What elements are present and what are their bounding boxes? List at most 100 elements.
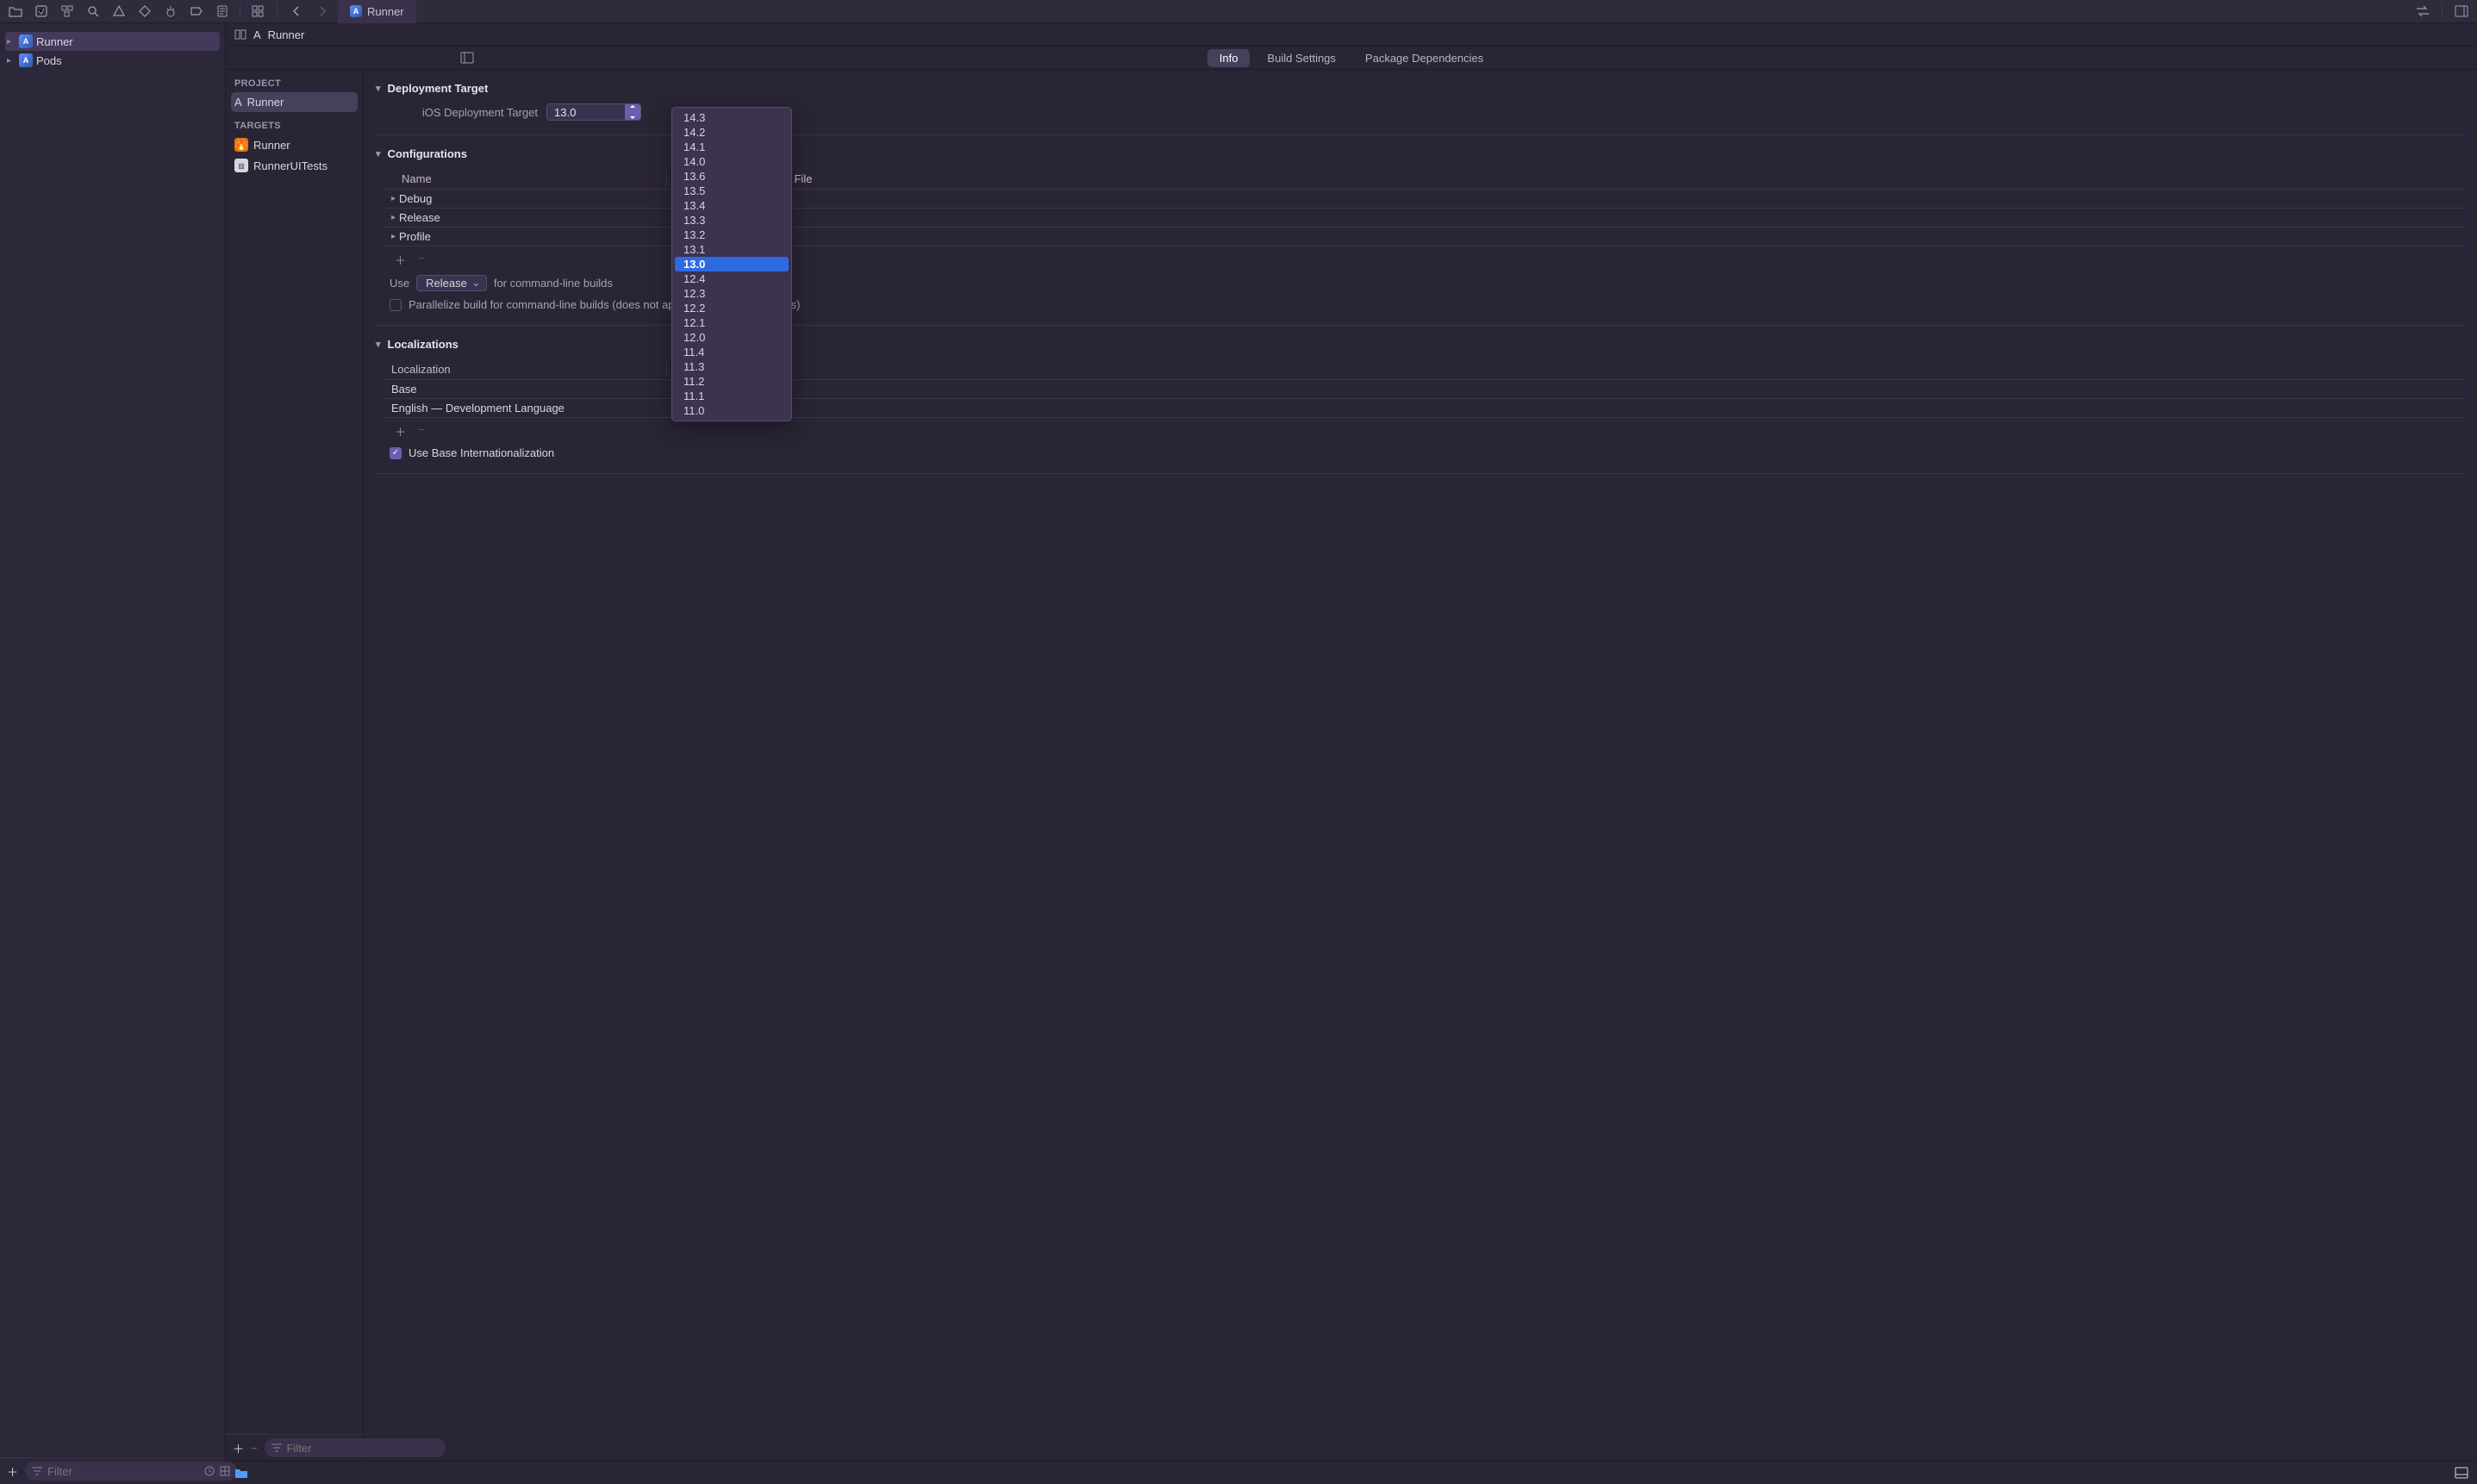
dropdown-option[interactable]: 12.3 [675,286,789,301]
add-icon[interactable]: ＋ [395,423,406,440]
disclosure-icon[interactable]: ▾ [376,148,381,159]
deployment-target-combo[interactable]: 13.0 [546,103,641,121]
dropdown-option[interactable]: 14.0 [675,154,789,169]
dropdown-option[interactable]: 14.2 [675,125,789,140]
dropdown-option[interactable]: 11.4 [675,345,789,359]
symbols-icon[interactable] [59,3,76,20]
breakpoints-icon[interactable] [188,3,205,20]
deployment-target-dropdown[interactable]: 14.314.214.114.013.613.513.413.313.213.1… [671,107,792,421]
reports-icon[interactable] [214,3,231,20]
navigator-item-pods[interactable]: ▸ A Pods [0,51,225,70]
left-panel-icon[interactable] [460,52,474,64]
section-title: Deployment Target [388,82,489,95]
layout-icon[interactable] [2453,3,2470,20]
remove-icon[interactable]: − [418,423,425,440]
navigator-bottom-bar: ＋ [0,1457,225,1484]
dropdown-option[interactable]: 12.2 [675,301,789,315]
outline-item-label: Runner [247,96,284,109]
dropdown-option[interactable]: 14.3 [675,110,789,125]
disclosure-icon[interactable]: ▸ [7,37,16,47]
disclosure-icon[interactable]: ▸ [391,213,396,222]
debug-icon[interactable] [162,3,179,20]
dropdown-option[interactable]: 11.1 [675,389,789,403]
dropdown-option[interactable]: 12.1 [675,315,789,330]
filter-icon [271,1443,282,1452]
disclosure-icon[interactable]: ▸ [391,194,396,203]
add-icon[interactable]: ＋ [7,1463,18,1480]
window-toolbar: A Runner [0,0,2477,23]
use-base-label: Use Base Internationalization [409,446,554,459]
editor-tab[interactable]: A Runner [338,0,416,23]
add-icon[interactable]: ＋ [233,1440,244,1456]
add-icon[interactable]: ＋ [395,252,406,268]
dropdown-option[interactable]: 14.1 [675,140,789,154]
grid-icon[interactable] [249,3,266,20]
toolbar-separator [2442,4,2443,18]
dropdown-option[interactable]: 13.1 [675,242,789,257]
combo-value: 13.0 [547,106,625,119]
uitest-target-icon: ▧ [234,159,248,172]
jump-crumb[interactable]: Runner [268,28,305,41]
tab-package-dependencies[interactable]: Package Dependencies [1353,49,1495,67]
dropdown-option[interactable]: 11.2 [675,374,789,389]
forward-icon[interactable] [314,3,331,20]
tests-icon[interactable] [136,3,153,20]
navigator-item-runner[interactable]: ▸ A Runner [5,32,220,51]
remove-icon[interactable]: − [251,1442,258,1455]
dropdown-option[interactable]: 12.4 [675,271,789,286]
app-target-icon: 🔥 [234,138,248,152]
project-navigator: ▸ A Runner ▸ A Pods ＋ [0,23,226,1484]
dropdown-option[interactable]: 11.0 [675,403,789,418]
outline-item-label: Runner [253,139,290,152]
related-items-icon[interactable] [234,29,246,40]
dropdown-option[interactable]: 13.5 [675,184,789,198]
use-base-checkbox[interactable]: ✓ [390,447,402,459]
disclosure-icon[interactable]: ▸ [391,232,396,241]
editor-main: ▾ Deployment Target iOS Deployment Targe… [364,70,2477,1461]
outline-project-runner[interactable]: A Runner [231,92,358,112]
disclosure-icon[interactable]: ▸ [7,56,16,65]
tab-build-settings[interactable]: Build Settings [1255,49,1348,67]
editor-tab-title: Runner [367,5,404,18]
localization-resources: 0 Files Localized [667,402,2465,415]
recent-icon[interactable] [204,1466,215,1476]
swap-icon[interactable] [2414,3,2431,20]
remove-icon[interactable]: − [418,252,425,268]
navigator-item-label: Runner [36,35,73,48]
dropdown-option[interactable]: 11.3 [675,359,789,374]
use-config-select[interactable]: Release [416,275,487,291]
outline-section-targets: TARGETS [226,112,363,134]
dropdown-option[interactable]: 13.6 [675,169,789,184]
finder-icon[interactable] [234,1467,248,1479]
navigator-filter-input[interactable] [47,1465,199,1478]
dropdown-option[interactable]: 12.0 [675,330,789,345]
issues-icon[interactable] [110,3,128,20]
outline-target-runneruitests[interactable]: ▧ RunnerUITests [226,155,363,176]
col-name: Name [383,172,667,185]
parallelize-checkbox[interactable] [390,299,402,311]
bottom-panel-icon[interactable] [2455,1467,2468,1479]
back-icon[interactable] [288,3,305,20]
col-resources: Resources [667,363,2465,376]
dropdown-option[interactable]: 13.4 [675,198,789,213]
source-control-icon[interactable] [33,3,50,20]
dropdown-option[interactable]: 13.0 [675,257,789,271]
section-title: Configurations [388,147,467,160]
config-row-based: 2 Configurations Set [667,211,2465,224]
project-outline: PROJECT A Runner TARGETS 🔥 Runner ▧ Runn… [226,70,364,1461]
folder-icon[interactable] [7,3,24,20]
project-icon: A [19,53,33,67]
localization-resources: 2 Files Localized [667,383,2465,396]
dropdown-option[interactable]: 13.2 [675,228,789,242]
tab-info[interactable]: Info [1207,49,1251,67]
config-row-name: Debug [399,192,432,205]
search-icon[interactable] [84,3,102,20]
section-divider [376,473,2465,474]
disclosure-icon[interactable]: ▾ [376,339,381,350]
navigator-item-label: Pods [36,54,62,67]
project-icon: A [253,28,261,41]
dropdown-option[interactable]: 13.3 [675,213,789,228]
disclosure-icon[interactable]: ▾ [376,83,381,94]
navigator-filter[interactable] [25,1462,237,1481]
outline-target-runner[interactable]: 🔥 Runner [226,134,363,155]
